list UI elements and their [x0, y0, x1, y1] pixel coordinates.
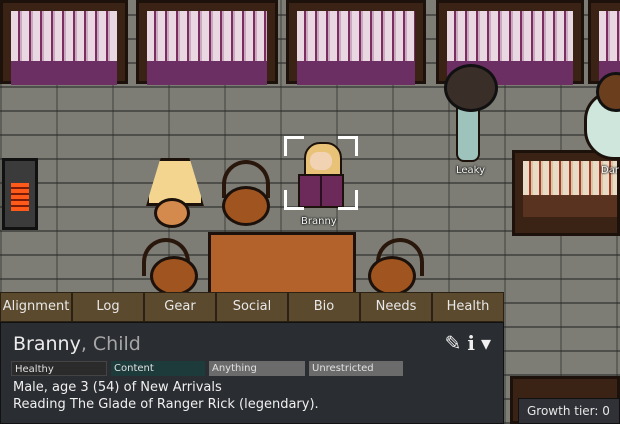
selection-bracket — [284, 136, 358, 210]
bookshelf[interactable] — [512, 150, 620, 236]
area-restriction-selector[interactable]: Unrestricted — [309, 361, 403, 376]
mood-bar[interactable]: Content — [111, 361, 205, 376]
rename-icon[interactable]: ✎ — [445, 333, 462, 353]
chair[interactable] — [222, 186, 270, 226]
pawn-activity: Reading The Glade of Ranger Rick (legend… — [13, 397, 319, 412]
collapse-icon[interactable]: ▾ — [481, 333, 491, 353]
bookshelf[interactable] — [286, 0, 426, 85]
tab-log[interactable]: Log — [72, 292, 144, 322]
tab-bio[interactable]: Bio — [288, 292, 360, 322]
heater[interactable] — [2, 158, 38, 230]
panel-icons: ✎ i ▾ — [445, 333, 491, 353]
wooden-table[interactable] — [208, 232, 356, 296]
pawn-label-leaky: Leaky — [456, 165, 486, 176]
info-icon[interactable]: i — [467, 333, 475, 353]
pawn-label-branny: Branny — [301, 216, 337, 227]
tab-social[interactable]: Social — [216, 292, 288, 322]
health-bar[interactable]: Healthy — [11, 361, 107, 376]
growth-tier-readout[interactable]: Growth tier: 0 — [518, 398, 620, 424]
tab-gear[interactable]: Gear — [144, 292, 216, 322]
bookshelf[interactable] — [0, 0, 128, 85]
chair[interactable] — [368, 256, 416, 296]
bookshelf[interactable] — [136, 0, 278, 85]
food-restriction-selector[interactable]: Anything — [209, 361, 305, 376]
inspect-tabs: Alignment Log Gear Social Bio Needs Heal… — [0, 292, 504, 322]
pawn-lifestage: , Child — [80, 333, 141, 355]
pawn-name-text: Branny — [13, 333, 81, 355]
pawn-leaky[interactable] — [444, 64, 498, 112]
pawn-name: Branny, Child — [13, 333, 141, 355]
inspect-panel: Branny, Child ✎ i ▾ Healthy Content Anyt… — [0, 322, 504, 424]
tab-needs[interactable]: Needs — [360, 292, 432, 322]
pawn-description: Male, age 3 (54) of New Arrivals — [13, 380, 222, 395]
standing-lamp[interactable] — [154, 198, 190, 228]
tab-health[interactable]: Health — [432, 292, 504, 322]
tab-alignment[interactable]: Alignment — [0, 292, 72, 322]
pawn-label-dar: Dar — [601, 165, 619, 176]
chair[interactable] — [150, 256, 198, 296]
